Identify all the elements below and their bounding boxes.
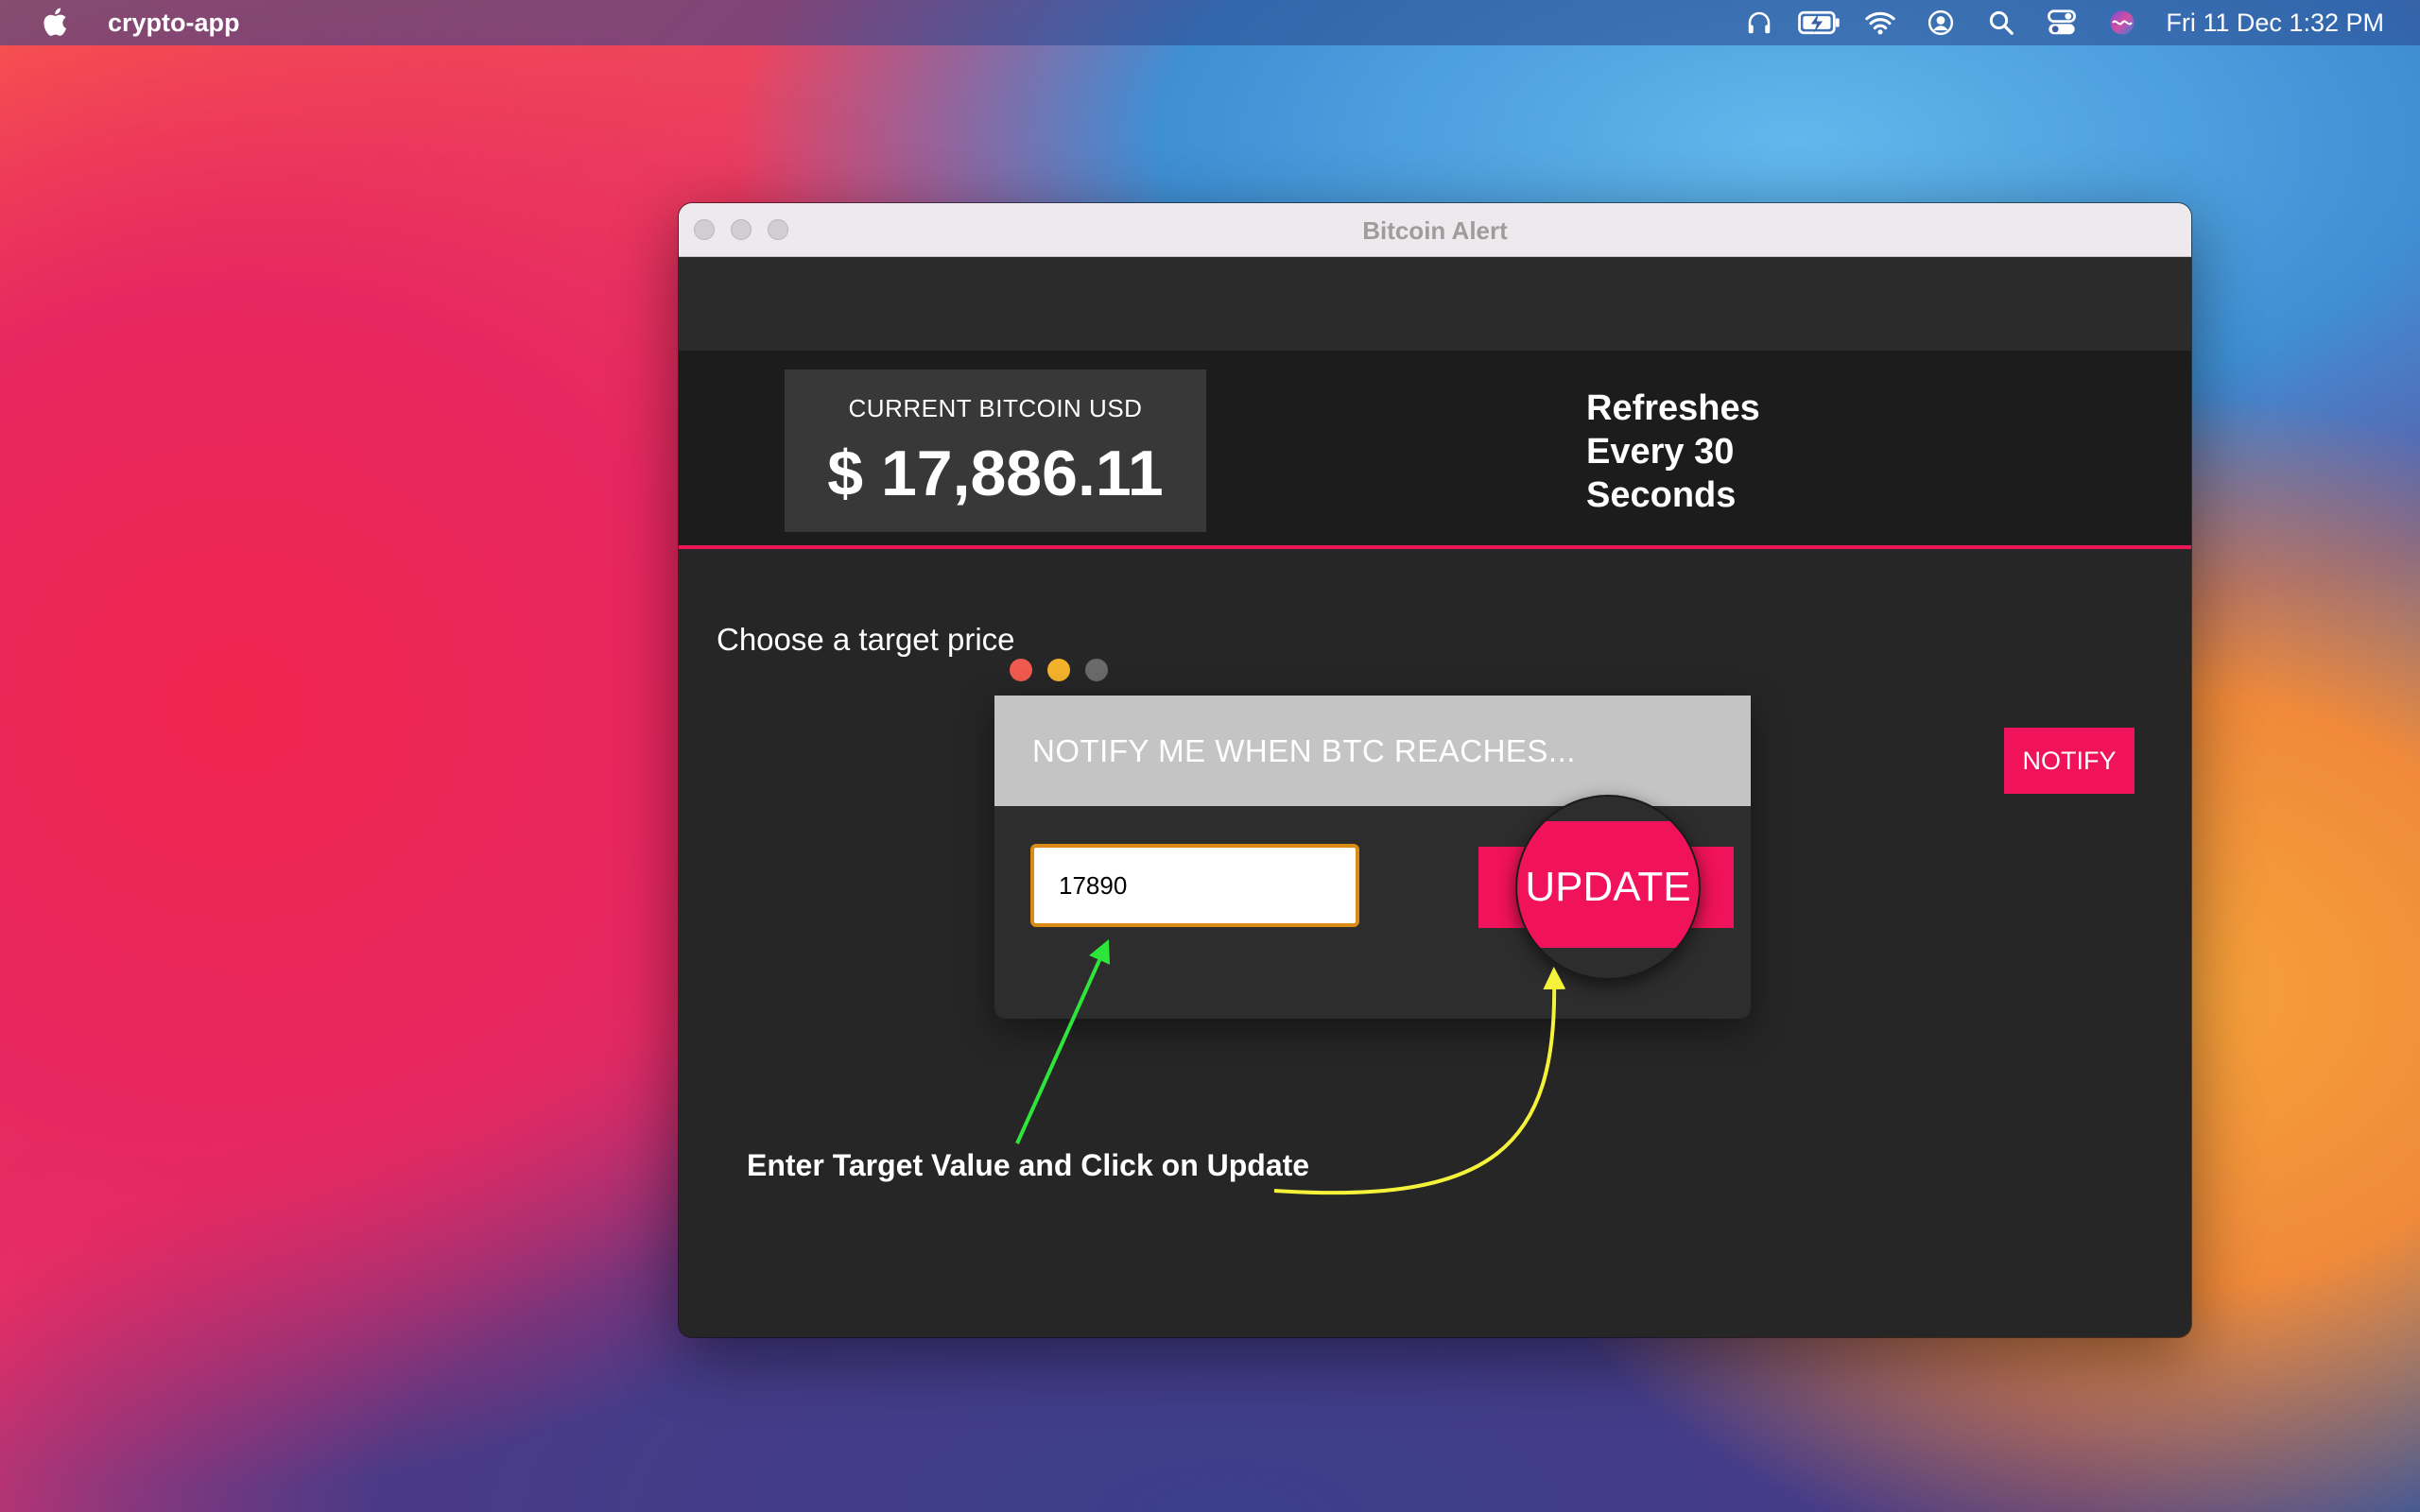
dialog-zoom-button[interactable] <box>1085 659 1108 681</box>
price-header: CURRENT BITCOIN USD $ 17,886.11 Refreshe… <box>679 351 2191 549</box>
price-value: $ 17,886.11 <box>827 438 1164 509</box>
control-center-icon[interactable] <box>2031 0 2092 45</box>
window-title: Bitcoin Alert <box>1362 216 1508 245</box>
price-card: CURRENT BITCOIN USD $ 17,886.11 <box>785 369 1206 532</box>
update-button[interactable]: UPDATE <box>1478 847 1734 928</box>
user-icon[interactable] <box>1910 0 1971 45</box>
title-bar[interactable]: Bitcoin Alert <box>679 203 2191 257</box>
app-menu-name[interactable]: crypto-app <box>108 9 240 38</box>
apple-icon[interactable] <box>40 6 68 45</box>
menu-clock[interactable]: Fri 11 Dec 1:32 PM <box>2166 9 2384 38</box>
notify-button[interactable]: NOTIFY <box>2004 728 2135 794</box>
notify-dialog: NOTIFY ME WHEN BTC REACHES... UPDATE UPD… <box>994 696 1751 1019</box>
battery-charging-icon[interactable] <box>1789 0 1850 45</box>
dialog-header: NOTIFY ME WHEN BTC REACHES... <box>994 696 1751 806</box>
annotation-text: Enter Target Value and Click on Update <box>747 1148 1310 1182</box>
search-icon[interactable] <box>1971 0 2031 45</box>
refresh-note: Refreshes Every 30 Seconds <box>1586 388 1760 515</box>
wifi-icon[interactable] <box>1850 0 1910 45</box>
dialog-close-button[interactable] <box>1010 659 1032 681</box>
headphones-icon[interactable] <box>1729 0 1789 45</box>
top-band <box>679 257 2191 351</box>
price-label: CURRENT BITCOIN USD <box>848 394 1143 422</box>
choose-target-label: Choose a target price <box>717 622 1015 657</box>
menu-bar: crypto-app Fri 11 Dec 1:32 PM <box>0 0 2420 45</box>
dialog-traffic-lights <box>1010 659 1108 681</box>
target-price-input[interactable] <box>1030 844 1359 927</box>
dialog-minimize-button[interactable] <box>1047 659 1070 681</box>
bitcoin-alert-window: Bitcoin Alert CURRENT BITCOIN USD $ 17,8… <box>679 203 2191 1337</box>
siri-icon[interactable] <box>2092 0 2152 45</box>
